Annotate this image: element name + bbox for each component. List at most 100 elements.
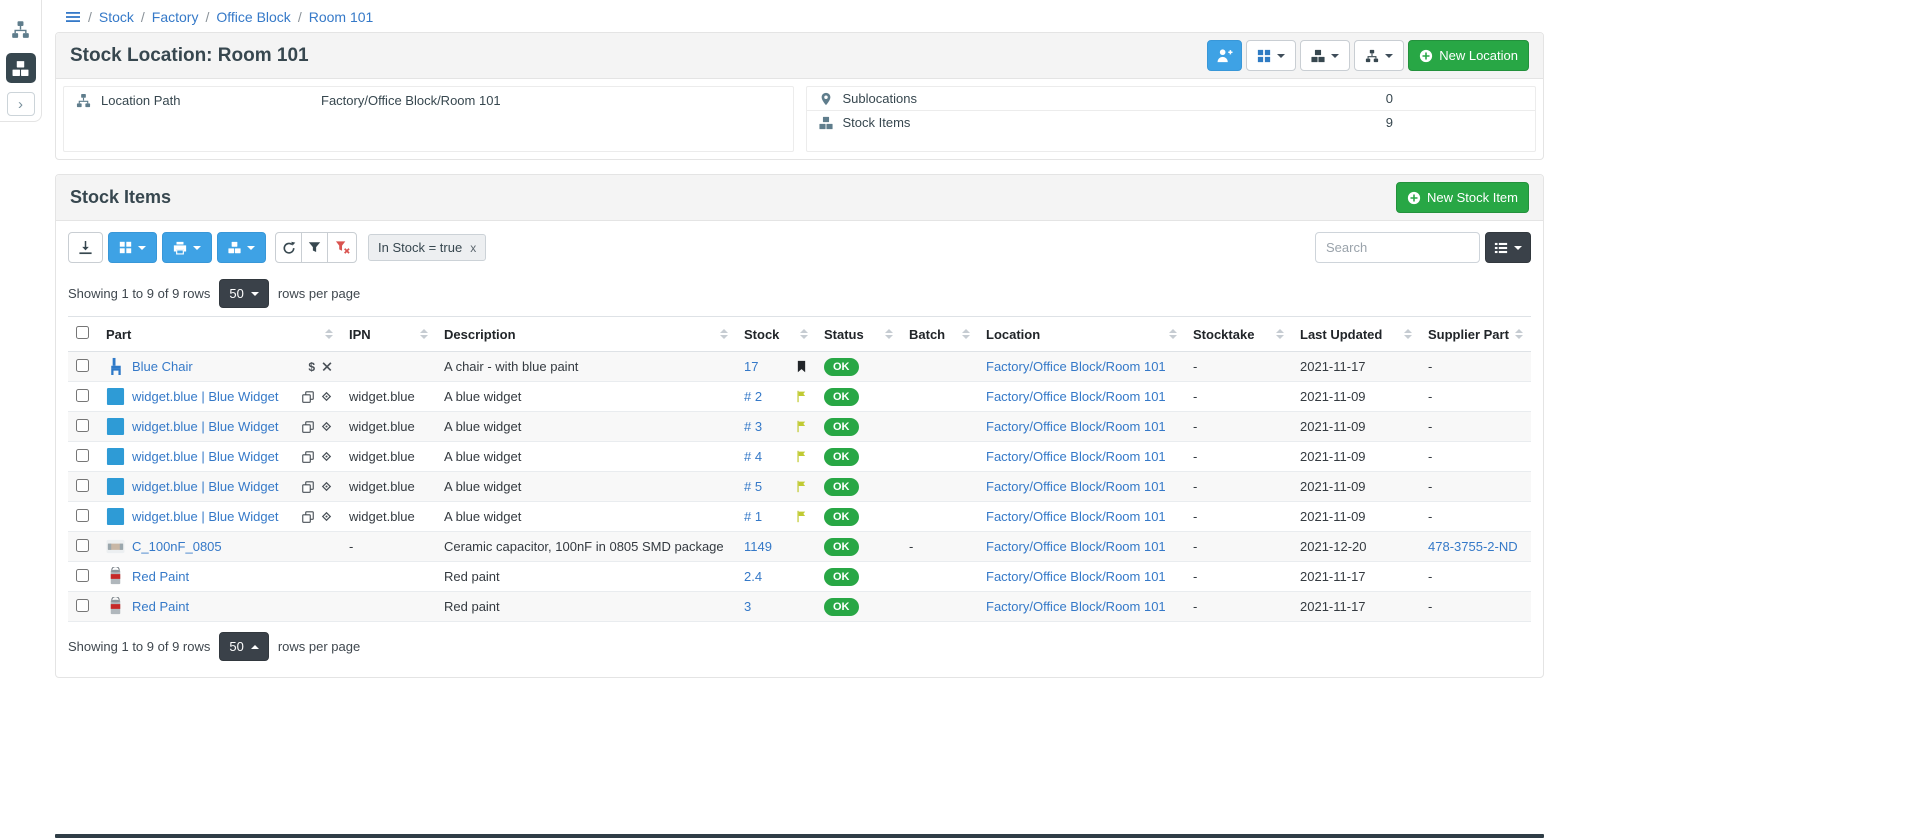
location-link[interactable]: Factory/Office Block/Room 101 — [986, 599, 1166, 614]
stock-link[interactable]: 17 — [744, 359, 758, 374]
breadcrumb-link-stock[interactable]: Stock — [99, 9, 134, 25]
page-size-dropdown[interactable]: 50 — [219, 279, 268, 308]
stock-boxes-icon — [228, 241, 241, 254]
new-stock-item-button[interactable]: New Stock Item — [1396, 182, 1529, 213]
col-header-ipn[interactable]: IPN — [341, 317, 436, 352]
stock-link[interactable]: # 3 — [744, 419, 762, 434]
part-link[interactable]: widget.blue | Blue Widget — [132, 389, 278, 404]
sort-icon[interactable] — [1169, 329, 1177, 339]
stock-link[interactable]: 1149 — [744, 539, 772, 554]
stock-boxes-icon — [12, 60, 29, 77]
chevron-right-icon: › — [18, 96, 23, 113]
filter-button[interactable] — [301, 232, 328, 263]
flag-icon — [795, 480, 808, 493]
sort-icon[interactable] — [1276, 329, 1284, 339]
supplier-part-link[interactable]: 478-3755-2-ND — [1428, 539, 1518, 554]
ipn-cell: widget.blue — [341, 442, 436, 472]
part-link[interactable]: Blue Chair — [132, 359, 193, 374]
row-select-checkbox[interactable] — [76, 569, 89, 582]
row-select-checkbox[interactable] — [76, 479, 89, 492]
stock-link[interactable]: # 4 — [744, 449, 762, 464]
stock-link[interactable]: # 1 — [744, 509, 762, 524]
location-panel-header: Stock Location: Room 101 New Location — [56, 33, 1543, 79]
breadcrumb-link-room-101[interactable]: Room 101 — [309, 9, 374, 25]
stocktake-cell: - — [1185, 502, 1292, 532]
sort-icon[interactable] — [800, 329, 808, 339]
breadcrumb-link-office-block[interactable]: Office Block — [216, 9, 290, 25]
new-location-button[interactable]: New Location — [1408, 40, 1529, 71]
table-row: Blue Chair$ A chair - with blue paint 17… — [68, 352, 1531, 382]
table-header-row: Part IPN Description Stock Status Batch … — [68, 317, 1531, 352]
row-select-checkbox[interactable] — [76, 359, 89, 372]
tools-icon — [321, 361, 333, 373]
breadcrumb-link-factory[interactable]: Factory — [152, 9, 199, 25]
part-link[interactable]: C_100nF_0805 — [132, 539, 222, 554]
part-link[interactable]: widget.blue | Blue Widget — [132, 449, 278, 464]
col-header-stock[interactable]: Stock — [736, 317, 816, 352]
location-link[interactable]: Factory/Office Block/Room 101 — [986, 539, 1166, 554]
part-link[interactable]: Red Paint — [132, 569, 189, 584]
last-updated-cell: 2021-11-17 — [1292, 592, 1420, 622]
barcode-actions-dropdown[interactable] — [1246, 40, 1296, 71]
col-header-last-updated[interactable]: Last Updated — [1292, 317, 1420, 352]
sort-icon[interactable] — [1515, 329, 1523, 339]
export-download-button[interactable] — [68, 232, 103, 263]
sort-icon[interactable] — [720, 329, 728, 339]
row-select-checkbox[interactable] — [76, 419, 89, 432]
col-header-supplier-part[interactable]: Supplier Part — [1420, 317, 1531, 352]
stock-options-dropdown[interactable] — [217, 232, 266, 263]
stock-link[interactable]: 3 — [744, 599, 751, 614]
sort-icon[interactable] — [325, 329, 333, 339]
part-link[interactable]: Red Paint — [132, 599, 189, 614]
location-link[interactable]: Factory/Office Block/Room 101 — [986, 389, 1166, 404]
sidebar-expand-button[interactable]: › — [7, 92, 35, 116]
row-select-checkbox[interactable] — [76, 389, 89, 402]
sidebar-item-locations[interactable] — [6, 14, 36, 44]
sort-icon[interactable] — [420, 329, 428, 339]
columns-toggle-dropdown[interactable] — [1485, 232, 1531, 263]
col-header-batch[interactable]: Batch — [901, 317, 978, 352]
sort-icon[interactable] — [1404, 329, 1412, 339]
location-link[interactable]: Factory/Office Block/Room 101 — [986, 569, 1166, 584]
col-header-stocktake[interactable]: Stocktake — [1185, 317, 1292, 352]
row-select-checkbox[interactable] — [76, 509, 89, 522]
row-select-checkbox[interactable] — [76, 449, 89, 462]
location-actions-dropdown[interactable] — [1354, 40, 1404, 71]
row-select-checkbox[interactable] — [76, 539, 89, 552]
location-link[interactable]: Factory/Office Block/Room 101 — [986, 479, 1166, 494]
part-link[interactable]: widget.blue | Blue Widget — [132, 509, 278, 524]
location-link[interactable]: Factory/Office Block/Room 101 — [986, 419, 1166, 434]
clear-filters-button[interactable] — [327, 232, 357, 263]
remove-filter-icon[interactable]: x — [470, 241, 476, 255]
hamburger-icon[interactable] — [65, 9, 81, 25]
stock-items-panel: Stock Items New Stock Item In Stock = tr… — [55, 174, 1544, 678]
stock-actions-dropdown[interactable] — [1300, 40, 1350, 71]
row-select-checkbox[interactable] — [76, 599, 89, 612]
refresh-button[interactable] — [275, 232, 302, 263]
location-link[interactable]: Factory/Office Block/Room 101 — [986, 509, 1166, 524]
sidebar-item-stock[interactable] — [6, 53, 36, 83]
batch-cell: - — [901, 532, 978, 562]
location-link[interactable]: Factory/Office Block/Room 101 — [986, 359, 1166, 374]
location-link[interactable]: Factory/Office Block/Room 101 — [986, 449, 1166, 464]
stock-link[interactable]: # 5 — [744, 479, 762, 494]
barcode-actions-dropdown[interactable] — [108, 232, 157, 263]
print-actions-dropdown[interactable] — [162, 232, 212, 263]
stock-link[interactable]: 2.4 — [744, 569, 762, 584]
col-header-location[interactable]: Location — [978, 317, 1185, 352]
admin-button[interactable] — [1207, 40, 1242, 71]
part-link[interactable]: widget.blue | Blue Widget — [132, 479, 278, 494]
ipn-cell: widget.blue — [341, 382, 436, 412]
stock-items-header: Stock Items New Stock Item — [56, 175, 1543, 221]
select-all-checkbox[interactable] — [76, 326, 89, 339]
sort-icon[interactable] — [885, 329, 893, 339]
col-header-status[interactable]: Status — [816, 317, 901, 352]
col-header-part[interactable]: Part — [98, 317, 341, 352]
ipn-cell: widget.blue — [341, 502, 436, 532]
col-header-description[interactable]: Description — [436, 317, 736, 352]
stock-link[interactable]: # 2 — [744, 389, 762, 404]
search-input[interactable] — [1315, 232, 1480, 263]
page-size-dropdown[interactable]: 50 — [219, 632, 268, 661]
part-link[interactable]: widget.blue | Blue Widget — [132, 419, 278, 434]
sort-icon[interactable] — [962, 329, 970, 339]
